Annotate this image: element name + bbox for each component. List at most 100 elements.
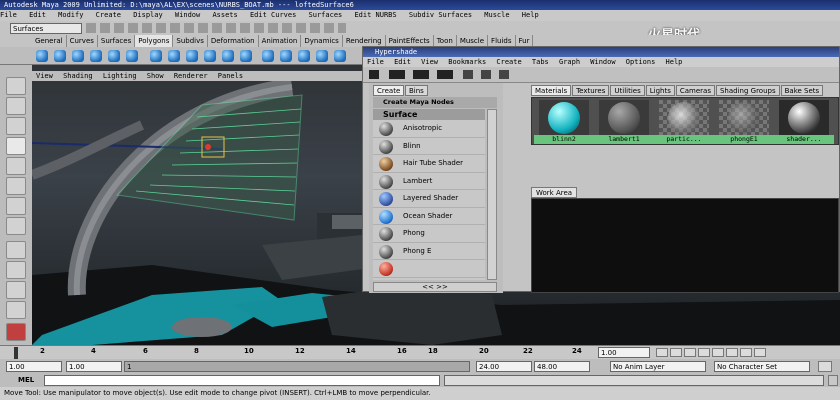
vp-menu-show[interactable]: Show	[147, 72, 164, 80]
shelf-tab-curves[interactable]: Curves	[67, 35, 98, 47]
playback-start-field[interactable]: 1.00	[66, 361, 122, 372]
select-tool-icon[interactable]	[6, 77, 26, 95]
status-line-icons[interactable]	[86, 23, 346, 33]
menu-edit-nurbs[interactable]: Edit NURBS	[354, 11, 396, 19]
anim-start-field[interactable]: 1.00	[6, 361, 62, 372]
shader-list-nav[interactable]: << >>	[373, 282, 497, 292]
range-slider[interactable]: 1	[124, 361, 470, 372]
graph-both-icon[interactable]	[499, 70, 509, 79]
step-back-key-icon[interactable]	[684, 348, 696, 357]
menu-help[interactable]: Help	[522, 11, 539, 19]
lasso-tool-icon[interactable]	[6, 97, 26, 115]
shader-item-ocean[interactable]: Ocean Shader	[373, 208, 485, 225]
tab-work-area[interactable]: Work Area	[531, 187, 578, 198]
menu-set-select[interactable]: Surfaces	[10, 23, 82, 34]
shader-item-blinn[interactable]: Blinn	[373, 138, 485, 155]
shelf-tab-general[interactable]: General	[32, 35, 67, 47]
play-backwards-icon[interactable]	[698, 348, 710, 357]
poly-combine-icon[interactable]	[240, 50, 252, 62]
hs-menu-options[interactable]: Options	[626, 58, 656, 66]
anim-layer-select[interactable]: No Anim Layer	[610, 361, 706, 372]
poly-torus-icon[interactable]	[126, 50, 138, 62]
poly-cone-icon[interactable]	[90, 50, 102, 62]
hs-menu-bookmarks[interactable]: Bookmarks	[448, 58, 486, 66]
mel-label[interactable]: MEL	[18, 375, 34, 386]
shelf-tab-subdivs[interactable]: Subdivs	[173, 35, 208, 47]
hs-menu-graph[interactable]: Graph	[559, 58, 580, 66]
menu-file[interactable]: File	[0, 11, 17, 19]
playback-end-field[interactable]: 24.00	[476, 361, 532, 372]
step-forward-frame-icon[interactable]	[740, 348, 752, 357]
shader-item-phong-e[interactable]: Phong E	[373, 243, 485, 260]
shader-item-partial[interactable]	[373, 260, 485, 278]
persp-outliner-layout-icon[interactable]	[6, 281, 26, 299]
shelf-tab-deformation[interactable]: Deformation	[208, 35, 259, 47]
material-phongE1[interactable]: phongE1	[714, 100, 774, 144]
tab-bake-sets[interactable]: Bake Sets	[780, 85, 824, 96]
go-to-end-icon[interactable]	[754, 348, 766, 357]
rotate-tool-icon[interactable]	[6, 157, 26, 175]
poly-split-icon[interactable]	[334, 50, 346, 62]
poly-cylinder-icon[interactable]	[72, 50, 84, 62]
shader-item-layered[interactable]: Layered Shader	[373, 190, 485, 208]
menu-surfaces[interactable]: Surfaces	[309, 11, 343, 19]
shader-item-hair-tube[interactable]: Hair Tube Shader	[373, 155, 485, 173]
anim-end-field[interactable]: 48.00	[534, 361, 590, 372]
menu-edit[interactable]: Edit	[29, 11, 46, 19]
tab-materials[interactable]: Materials	[531, 85, 572, 96]
tab-lights[interactable]: Lights	[645, 85, 675, 96]
hs-menu-edit[interactable]: Edit	[394, 58, 411, 66]
graph-down-icon[interactable]	[481, 70, 491, 79]
mel-input[interactable]	[44, 375, 440, 386]
shader-item-lambert[interactable]: Lambert	[373, 173, 485, 190]
poly-prism-icon[interactable]	[150, 50, 162, 62]
poly-pipe-icon[interactable]	[186, 50, 198, 62]
shader-list-scrollbar[interactable]	[487, 109, 497, 280]
show-both-icon[interactable]	[437, 70, 453, 79]
create-maya-nodes-dropdown[interactable]: Create Maya Nodes	[373, 97, 497, 108]
show-top-icon[interactable]	[389, 70, 405, 79]
single-pane-layout-icon[interactable]	[6, 241, 26, 259]
graph-up-icon[interactable]	[463, 70, 473, 79]
material-particle[interactable]: partic...	[654, 100, 714, 144]
hs-menu-file[interactable]: File	[367, 58, 384, 66]
material-blinn2[interactable]: blinn2	[534, 100, 594, 144]
menu-modify[interactable]: Modify	[58, 11, 83, 19]
vp-menu-renderer[interactable]: Renderer	[174, 72, 208, 80]
work-area-graph[interactable]	[531, 198, 839, 293]
hs-menu-create[interactable]: Create	[496, 58, 521, 66]
poly-soccer-ball-icon[interactable]	[222, 50, 234, 62]
step-back-frame-icon[interactable]	[670, 348, 682, 357]
poly-plane-icon[interactable]	[108, 50, 120, 62]
menu-window[interactable]: Window	[175, 11, 200, 19]
hs-menu-tabs[interactable]: Tabs	[532, 58, 549, 66]
menu-create[interactable]: Create	[96, 11, 121, 19]
shelf-tab-surfaces[interactable]: Surfaces	[98, 35, 136, 47]
menu-display[interactable]: Display	[133, 11, 163, 19]
universal-manipulator-icon[interactable]	[6, 197, 26, 215]
tab-cameras[interactable]: Cameras	[675, 85, 715, 96]
poly-append-icon[interactable]	[316, 50, 328, 62]
menu-edit-curves[interactable]: Edit Curves	[250, 11, 296, 19]
material-lambert1[interactable]: lambert1	[594, 100, 654, 144]
vp-menu-panels[interactable]: Panels	[218, 72, 243, 80]
vp-menu-shading[interactable]: Shading	[63, 72, 93, 80]
poly-separate-icon[interactable]	[262, 50, 274, 62]
hs-menu-window[interactable]: Window	[590, 58, 615, 66]
layout-icon[interactable]	[369, 70, 379, 79]
shelf-tab-animation[interactable]: Animation	[259, 35, 302, 47]
soft-mod-tool-icon[interactable]	[6, 217, 26, 235]
poly-extrude-icon[interactable]	[280, 50, 292, 62]
shader-item-anisotropic[interactable]: Anisotropic	[373, 120, 485, 138]
graph-layout-icon[interactable]	[6, 301, 26, 319]
current-time-indicator[interactable]	[14, 347, 18, 359]
poly-sphere-icon[interactable]	[36, 50, 48, 62]
poly-helix-icon[interactable]	[204, 50, 216, 62]
poly-cube-icon[interactable]	[54, 50, 66, 62]
anim-preferences-icon[interactable]	[818, 361, 832, 372]
menu-muscle[interactable]: Muscle	[484, 11, 509, 19]
hs-menu-view[interactable]: View	[421, 58, 438, 66]
tab-create[interactable]: Create	[373, 85, 405, 96]
tab-textures[interactable]: Textures	[572, 85, 610, 96]
move-tool-icon[interactable]	[6, 137, 26, 155]
